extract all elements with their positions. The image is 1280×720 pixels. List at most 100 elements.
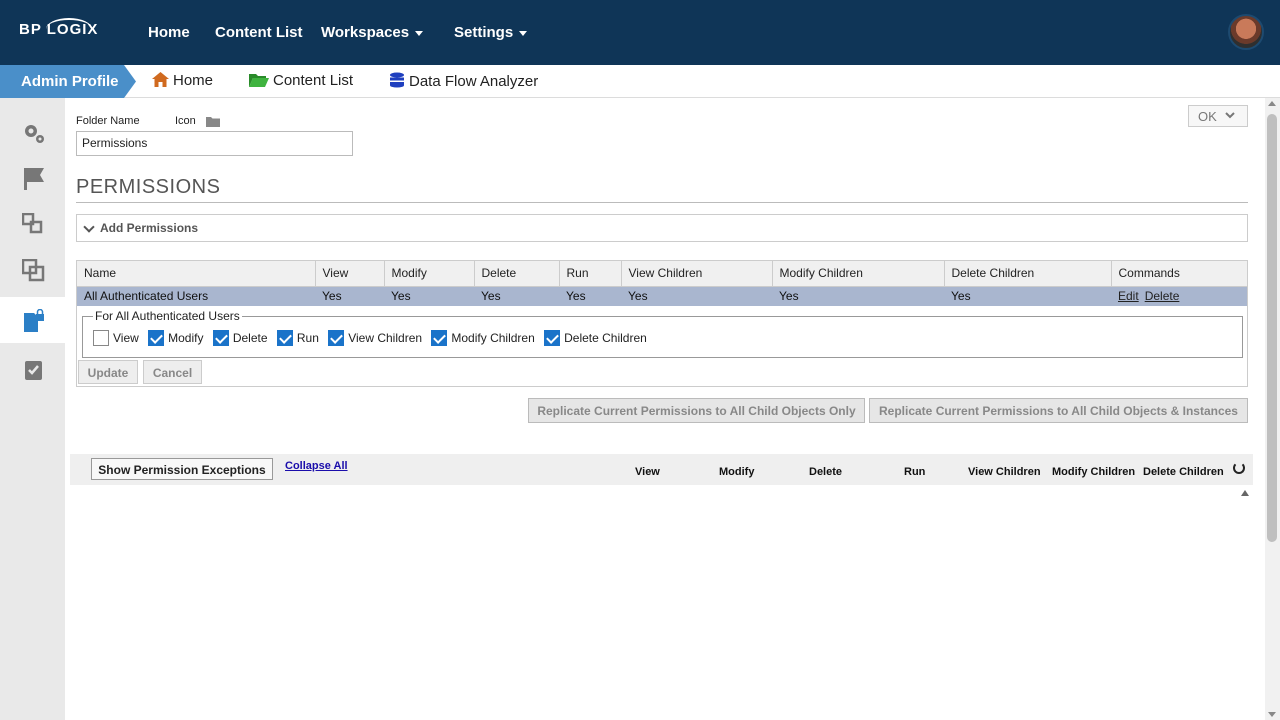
exceptions-column-view: View: [635, 466, 660, 478]
add-permissions-toggle[interactable]: Add Permissions: [76, 214, 1248, 242]
checkbox-view-label: View: [113, 331, 139, 345]
breadcrumb-data-flow-analyzer[interactable]: Data Flow Analyzer: [389, 72, 538, 92]
document-lock-icon: [24, 309, 44, 332]
sidebar-item-tasks[interactable]: [0, 346, 65, 392]
nav-workspaces-label: Workspaces: [321, 24, 410, 41]
checkbox-delete-children[interactable]: [544, 330, 561, 346]
top-navigation-bar: BP LOGIX Home Content List Workspaces Se…: [0, 0, 1280, 65]
flag-icon: [24, 168, 44, 190]
steps-icon: [22, 213, 43, 234]
user-avatar[interactable]: [1228, 14, 1264, 50]
column-header-modify-children[interactable]: Modify Children: [772, 261, 945, 287]
scroll-down-arrow-icon[interactable]: [1268, 712, 1276, 717]
cell-delete-children: Yes: [944, 286, 1111, 306]
gears-icon: [25, 125, 44, 143]
column-header-delete-children[interactable]: Delete Children: [944, 261, 1112, 287]
breadcrumb-content-list-label: Content List: [273, 72, 354, 89]
checklist-icon: [25, 361, 42, 380]
breadcrumb-home[interactable]: Home: [152, 72, 213, 91]
nav-settings[interactable]: Settings: [454, 24, 528, 41]
checkbox-modify-children[interactable]: [431, 330, 448, 346]
update-button[interactable]: Update: [78, 360, 138, 384]
breadcrumb-content-list[interactable]: Content List: [249, 72, 353, 91]
chevron-down-icon: [415, 30, 424, 36]
breadcrumb: Admin Profile Home Content List Data Flo…: [0, 65, 1280, 98]
folder-icon[interactable]: [206, 116, 220, 127]
sidebar-item-steps[interactable]: [0, 201, 65, 247]
edit-link[interactable]: Edit: [1118, 289, 1139, 303]
chevron-down-icon: [1225, 112, 1235, 119]
permission-checkbox-row: View Modify Delete Run View Children Mod…: [93, 330, 653, 346]
column-header-view[interactable]: View: [315, 261, 385, 287]
cell-run: Yes: [559, 286, 621, 306]
cell-commands: Edit Delete: [1111, 286, 1247, 306]
logo-arc: [46, 18, 92, 40]
permissions-table-container: Name View Modify Delete Run View Childre…: [76, 260, 1248, 387]
collapse-all-link[interactable]: Collapse All: [285, 460, 348, 472]
checkbox-delete-children-label: Delete Children: [564, 331, 647, 345]
ok-button[interactable]: OK: [1188, 105, 1248, 127]
checkbox-modify[interactable]: [148, 330, 165, 346]
checkbox-modify-label: Modify: [168, 331, 204, 345]
divider: [76, 202, 1248, 203]
cell-name: All Authenticated Users: [77, 286, 315, 306]
table-row[interactable]: All Authenticated Users Yes Yes Yes Yes …: [77, 286, 1247, 306]
checkbox-run[interactable]: [276, 330, 293, 346]
scroll-up-arrow-icon[interactable]: [1268, 101, 1276, 106]
nav-settings-label: Settings: [454, 24, 514, 41]
checkbox-view[interactable]: [93, 330, 109, 346]
replicate-child-objects-button[interactable]: Replicate Current Permissions to All Chi…: [528, 398, 865, 423]
cell-view-children: Yes: [621, 286, 772, 306]
permissions-heading: PERMISSIONS: [76, 176, 221, 198]
refresh-icon[interactable]: [1233, 462, 1245, 474]
column-header-delete[interactable]: Delete: [474, 261, 560, 287]
sidebar: [0, 98, 65, 720]
show-permission-exceptions-button[interactable]: Show Permission Exceptions: [91, 458, 273, 480]
sidebar-item-copy[interactable]: [0, 247, 65, 293]
page-scrollbar[interactable]: [1265, 98, 1280, 720]
breadcrumb-data-flow-label: Data Flow Analyzer: [409, 73, 539, 90]
database-icon: [389, 72, 405, 92]
exceptions-column-delete-children: Delete Children: [1143, 466, 1224, 478]
nav-home[interactable]: Home: [148, 24, 190, 41]
nav-workspaces[interactable]: Workspaces: [321, 24, 424, 41]
cell-view: Yes: [315, 286, 384, 306]
checkbox-delete[interactable]: [212, 330, 229, 346]
exceptions-column-delete: Delete: [809, 466, 843, 478]
tree-scroll-up-icon[interactable]: [1241, 490, 1249, 496]
cell-modify: Yes: [384, 286, 474, 306]
exceptions-column-view-children: View Children: [968, 466, 1041, 478]
cancel-button[interactable]: Cancel: [143, 360, 202, 384]
folder-name-input[interactable]: Permissions: [76, 131, 353, 156]
folder-open-icon: [249, 72, 269, 91]
icon-label: Icon: [175, 115, 196, 127]
permission-exceptions-bar: Show Permission Exceptions Collapse All …: [70, 454, 1253, 485]
permissions-table: Name View Modify Delete Run View Childre…: [77, 261, 1247, 306]
nav-content-list[interactable]: Content List: [215, 24, 303, 41]
home-icon: [152, 72, 169, 91]
folder-name-label: Folder Name: [76, 115, 140, 127]
add-permissions-label: Add Permissions: [100, 221, 199, 235]
sidebar-item-settings[interactable]: [0, 109, 65, 155]
delete-link[interactable]: Delete: [1145, 289, 1180, 303]
replicate-child-objects-instances-button[interactable]: Replicate Current Permissions to All Chi…: [869, 398, 1248, 423]
permission-editor-fieldset: For All Authenticated Users View Modify …: [82, 309, 1243, 358]
column-header-modify[interactable]: Modify: [384, 261, 475, 287]
checkbox-view-children[interactable]: [328, 330, 345, 346]
breadcrumb-home-label: Home: [173, 72, 214, 89]
scrollbar-thumb[interactable]: [1267, 114, 1277, 542]
cell-delete: Yes: [474, 286, 559, 306]
exceptions-column-modify: Modify: [719, 466, 755, 478]
column-header-run[interactable]: Run: [559, 261, 622, 287]
sidebar-item-flag[interactable]: [0, 155, 65, 201]
column-header-name[interactable]: Name: [77, 261, 316, 287]
ok-label: OK: [1198, 109, 1217, 124]
exceptions-column-modify-children: Modify Children: [1052, 466, 1136, 478]
checkbox-delete-label: Delete: [232, 331, 268, 345]
column-header-commands: Commands: [1111, 261, 1247, 287]
column-header-view-children[interactable]: View Children: [621, 261, 773, 287]
breadcrumb-admin-profile[interactable]: Admin Profile: [0, 65, 136, 98]
checkbox-run-label: Run: [296, 331, 319, 345]
sidebar-item-permissions[interactable]: [0, 297, 65, 343]
checkbox-view-children-label: View Children: [348, 331, 423, 345]
